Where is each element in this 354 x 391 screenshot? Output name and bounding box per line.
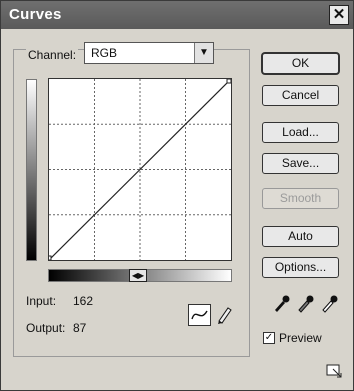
auto-button[interactable]: Auto	[262, 226, 339, 247]
curves-dialog: Curves ✕ Channel: RGB ▼ ◀▶ Input: 162 Out…	[0, 0, 354, 391]
white-eyedropper-icon[interactable]	[319, 293, 339, 313]
pencil-tool-button[interactable]	[213, 304, 236, 326]
close-button[interactable]: ✕	[329, 5, 349, 25]
curve-tool-button[interactable]	[188, 304, 211, 326]
black-eyedropper-icon[interactable]	[271, 293, 291, 313]
input-readout: Input: 162	[26, 294, 93, 308]
output-label: Output:	[26, 321, 66, 335]
output-gradient-bar	[26, 79, 37, 261]
cancel-button[interactable]: Cancel	[262, 85, 339, 106]
channel-select[interactable]: RGB ▼	[84, 42, 214, 64]
save-button[interactable]: Save...	[262, 153, 339, 174]
curve-tool-icon	[191, 310, 208, 320]
input-value: 162	[73, 294, 94, 308]
channel-value: RGB	[91, 46, 118, 60]
curve-point-end	[226, 78, 232, 84]
gray-eyedropper-icon[interactable]	[295, 293, 315, 313]
input-label: Input:	[26, 294, 57, 308]
chevron-down-icon[interactable]: ▼	[194, 43, 213, 63]
output-readout: Output: 87	[26, 321, 86, 335]
curve-point-start	[46, 255, 52, 261]
window-title: Curves	[9, 6, 62, 23]
output-value: 87	[73, 321, 87, 335]
preview-label: Preview	[279, 331, 322, 345]
ok-button[interactable]: OK	[262, 53, 339, 74]
expand-graph-icon[interactable]	[325, 363, 343, 379]
pencil-tool-icon	[218, 307, 232, 324]
channel-label: Channel:	[26, 48, 79, 62]
smooth-button[interactable]: Smooth	[262, 188, 339, 209]
load-button[interactable]: Load...	[262, 122, 339, 143]
gradient-toggle-handle[interactable]: ◀▶	[129, 269, 147, 282]
curve-graph[interactable]	[46, 78, 232, 261]
title-bar[interactable]: Curves ✕	[1, 1, 353, 29]
curve-grid	[46, 78, 232, 261]
preview-checkbox-box[interactable]: ✓	[263, 332, 275, 344]
options-button[interactable]: Options...	[262, 257, 339, 278]
